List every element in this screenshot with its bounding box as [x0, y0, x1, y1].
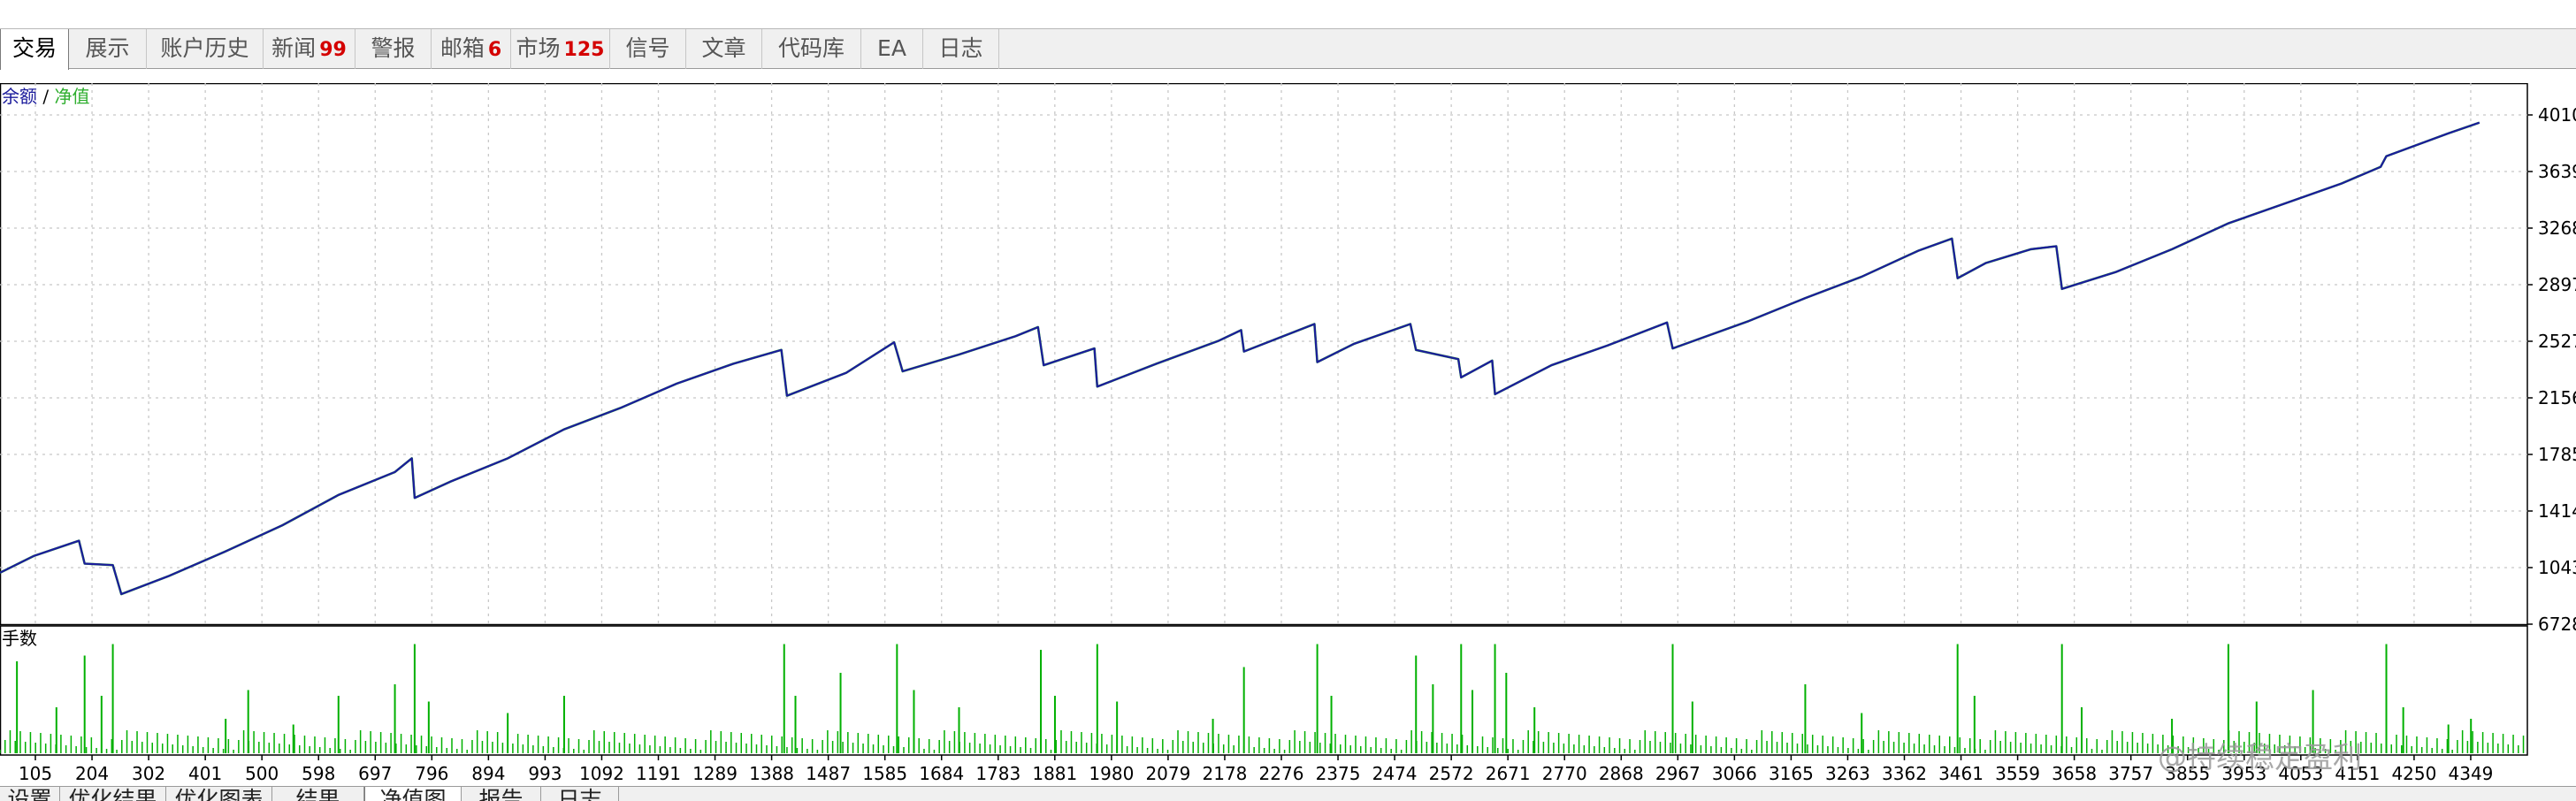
y-tick-label: 25270 [2538, 331, 2576, 352]
bottom-tab-1[interactable]: 优化结果 [60, 787, 166, 801]
volume-label: 手数 [2, 628, 37, 649]
x-tick-label: 1289 [692, 763, 738, 782]
x-tick-label: 894 [471, 763, 505, 782]
x-tick-label: 2967 [1655, 763, 1701, 782]
x-tick-label: 2868 [1599, 763, 1644, 782]
x-tick-label: 2178 [1203, 763, 1248, 782]
x-tick-label: 1388 [749, 763, 794, 782]
y-tick-label: 6728 [2538, 614, 2576, 635]
tab-3[interactable]: 新闻 99 [264, 29, 355, 69]
tab-9[interactable]: 代码库 [762, 29, 861, 69]
x-tick-label: 3165 [1769, 763, 1814, 782]
tab-label: 账户历史 [160, 35, 249, 61]
chart-legend: 余额 / 净值 [2, 86, 89, 107]
tab-badge: 99 [319, 39, 347, 61]
tab-label: 展示 [85, 35, 130, 61]
legend-equity: 净值 [54, 86, 89, 107]
x-tick-label: 1881 [1032, 763, 1077, 782]
tab-label: 代码库 [777, 35, 845, 61]
top-tab-bar: 交易 展示 账户历史 新闻 99 警报 邮箱 6 市场 125 信号 文章 代码库 EA 日志 [0, 28, 2576, 70]
x-tick-label: 1783 [975, 763, 1020, 782]
x-tick-label: 105 [19, 763, 52, 782]
x-tick-label: 697 [358, 763, 392, 782]
equity-line [0, 121, 2480, 596]
bottom-tab-0[interactable]: 设置 [0, 787, 60, 801]
bottom-tab-3[interactable]: 结果 [272, 787, 364, 801]
tab-0[interactable]: 交易 [0, 29, 69, 70]
x-tick-label: 204 [75, 763, 109, 782]
tab-2[interactable]: 账户历史 [147, 29, 264, 69]
tab-6[interactable]: 市场 125 [511, 29, 610, 69]
x-tick-label: 401 [188, 763, 222, 782]
x-tick-label: 598 [302, 763, 335, 782]
y-tick-label: 32687 [2538, 217, 2576, 239]
y-tick-label: 40104 [2538, 104, 2576, 126]
bottom-tab-4[interactable]: 净值图 [364, 787, 462, 801]
x-tick-label: 4250 [2391, 763, 2436, 782]
tab-label: 日志 [938, 35, 983, 61]
equity-chart: 40104 36395 32687 28978 25270 21562 17853 14145… [0, 83, 2576, 782]
tab-5[interactable]: 邮箱 6 [432, 29, 511, 69]
tab-10[interactable]: EA [861, 29, 923, 69]
x-tick-label: 3066 [1712, 763, 1757, 782]
volume-panel-frame [0, 625, 2528, 756]
x-tick-label: 2079 [1145, 763, 1190, 782]
tab-label: EA [877, 35, 906, 61]
x-tick-label: 1092 [579, 763, 624, 782]
x-tick-label: 1585 [862, 763, 907, 782]
tab-label: 新闻 [271, 35, 317, 61]
main-panel-frame [0, 83, 2528, 626]
tab-7[interactable]: 信号 [610, 29, 686, 69]
tab-label: 邮箱 [440, 35, 485, 61]
tab-label: 文章 [701, 35, 746, 61]
x-tick-label: 2770 [1542, 763, 1587, 782]
x-tick-label: 3362 [1882, 763, 1927, 782]
x-tick-label: 1980 [1089, 763, 1134, 782]
bottom-tab-bar: 设置 优化结果 优化图表 结果 净值图 报告 日志 [0, 786, 2576, 801]
y-tick-label: 36395 [2538, 161, 2576, 182]
tab-4[interactable]: 警报 [355, 29, 432, 69]
x-tick-label: 2671 [1486, 763, 1531, 782]
x-tick-label: 3658 [2052, 763, 2097, 782]
x-tick-label: 2572 [1429, 763, 1474, 782]
x-tick-label: 993 [528, 763, 562, 782]
x-tick-label: 3263 [1825, 763, 1870, 782]
x-tick-label: 2474 [1372, 763, 1418, 782]
legend-balance: 余额 [2, 86, 37, 107]
tab-label: 信号 [625, 35, 670, 61]
x-tick-label: 302 [132, 763, 165, 782]
x-tick-label: 2375 [1316, 763, 1361, 782]
y-tick-label: 10436 [2538, 557, 2576, 578]
bottom-tab-6[interactable]: 日志 [541, 787, 619, 801]
x-tick-label: 1684 [919, 763, 964, 782]
tab-1[interactable]: 展示 [69, 29, 147, 69]
tab-badge: 125 [563, 39, 605, 61]
x-tick-label: 2276 [1259, 763, 1304, 782]
chart-svg: 40104 36395 32687 28978 25270 21562 17853 14145… [0, 83, 2576, 782]
legend-separator: / [37, 86, 54, 107]
balance-line [0, 121, 2480, 596]
y-tick-label: 17853 [2538, 444, 2576, 465]
tab-label: 交易 [11, 35, 57, 61]
x-tick-label: 3461 [1938, 763, 1984, 782]
x-tick-label: 1191 [636, 763, 681, 782]
x-tick-label: 3757 [2108, 763, 2153, 782]
x-tick-label: 1487 [806, 763, 851, 782]
x-tick-label: 4349 [2449, 763, 2494, 782]
y-tick-label: 28978 [2538, 274, 2576, 295]
bottom-tab-2[interactable]: 优化图表 [166, 787, 272, 801]
x-tick-label: 796 [415, 763, 448, 782]
y-tick-label: 21562 [2538, 387, 2576, 408]
x-tick-label: 500 [245, 763, 279, 782]
tab-11[interactable]: 日志 [923, 29, 999, 69]
x-tick-label: 3559 [1995, 763, 2040, 782]
tab-label: 市场 [516, 35, 561, 61]
tab-8[interactable]: 文章 [686, 29, 762, 69]
bottom-tab-5[interactable]: 报告 [462, 787, 541, 801]
watermark: @持续稳定盈利 [2158, 740, 2362, 774]
y-tick-label: 14145 [2538, 500, 2576, 522]
tab-label: 警报 [371, 35, 416, 61]
tab-badge: 6 [487, 39, 502, 61]
